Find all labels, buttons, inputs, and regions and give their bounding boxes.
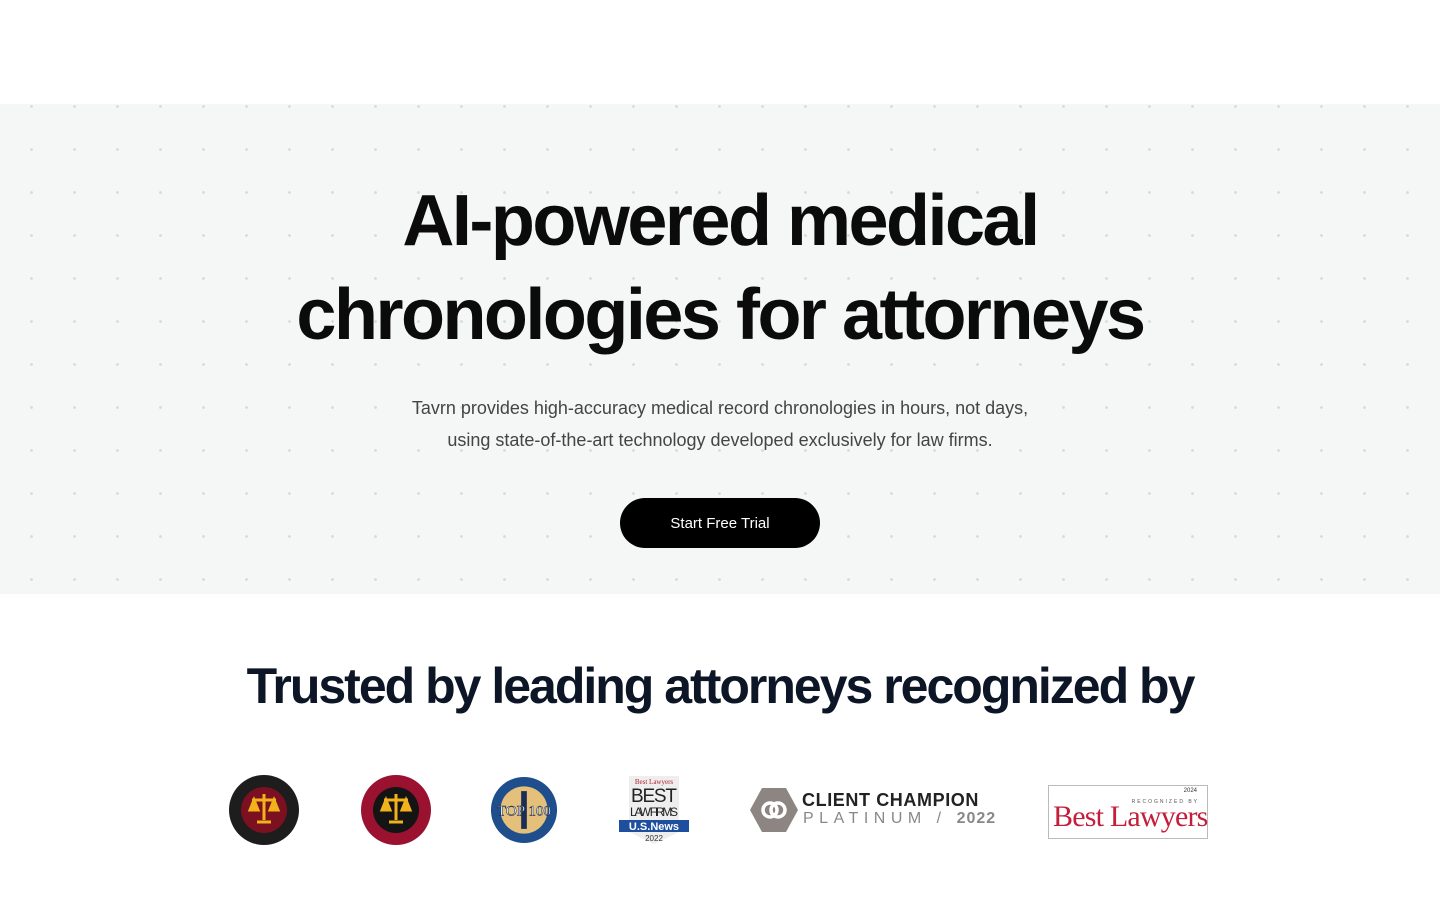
start-free-trial-button[interactable]: Start Free Trial — [620, 498, 820, 548]
national-top-100-trial-lawyers-logo: TOP 100 — [490, 776, 558, 844]
svg-text:BEST: BEST — [631, 786, 677, 807]
hero-title: AI-powered medical chronologies for attor… — [296, 181, 1146, 355]
trusted-heading: Trusted by leading attorneys recognized … — [246, 658, 1196, 714]
svg-text:2022: 2022 — [645, 834, 663, 843]
recognition-logos: TOP 100 Best Lawyers BEST LAW FIRMS U.S.… — [0, 770, 1440, 850]
client-champion-platinum-logo: CLIENT CHAMPION PLATINUM / 2022 — [750, 788, 995, 832]
svg-text:U.S.News: U.S.News — [629, 821, 679, 833]
trusted-section: Trusted by leading attorneys recognized … — [0, 654, 1440, 718]
client-champion-hexagon-icon — [750, 788, 798, 832]
top-bar — [0, 0, 1440, 104]
svg-text:Best Lawyers: Best Lawyers — [635, 778, 674, 786]
svg-text:TOP 100: TOP 100 — [497, 804, 551, 820]
best-law-firms-logo: Best Lawyers BEST LAW FIRMS U.S.News 202… — [619, 776, 689, 844]
best-lawyers-2024-logo: 2024 RECOGNIZED BY Best Lawyers — [1048, 785, 1208, 839]
multi-million-dollar-advocates-forum-logo — [361, 775, 431, 845]
hero-section: AI-powered medical chronologies for attor… — [0, 104, 1440, 594]
million-dollar-advocates-forum-logo — [229, 775, 299, 845]
svg-text:LAW FIRMS: LAW FIRMS — [630, 805, 678, 819]
hero-subtitle: Tavrn provides high-accuracy medical rec… — [411, 398, 1029, 450]
